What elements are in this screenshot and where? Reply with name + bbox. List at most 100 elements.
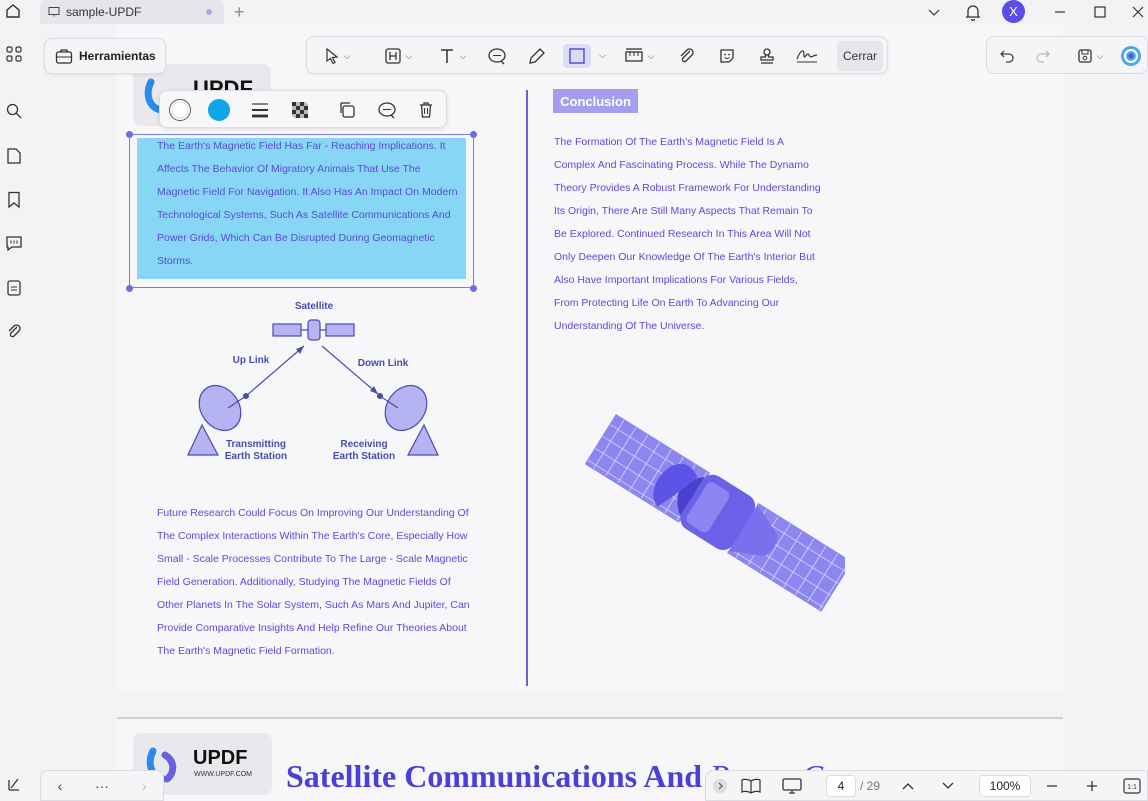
actual-size-icon[interactable]: 1:1 — [1122, 776, 1142, 796]
resize-handle-bottom-left[interactable] — [126, 285, 133, 292]
annotation-properties-bar — [159, 90, 447, 128]
pencil-icon — [529, 48, 545, 64]
home-icon[interactable] — [4, 2, 24, 22]
new-tab-icon[interactable]: + — [234, 2, 245, 22]
text-box-icon — [384, 48, 401, 64]
diagram-label-receiving: Receiving Earth Station — [332, 439, 396, 462]
next-page-icon[interactable] — [938, 776, 958, 796]
next-icon[interactable]: › — [142, 778, 147, 794]
text-line: Magnetic Field For Navigation. It Also H… — [157, 186, 458, 198]
text-line: The Earth's Magnetic Field Has Far - Rea… — [157, 140, 446, 152]
bell-icon[interactable] — [962, 0, 984, 24]
text-line: The Complex Interactions Within The Eart… — [157, 530, 468, 542]
shape-tool-button[interactable] — [563, 44, 591, 68]
resize-handle-top-left[interactable] — [126, 131, 133, 138]
monitor-icon — [48, 7, 60, 17]
stamp-tool-button[interactable]: ⌵ — [617, 44, 661, 68]
search-icon[interactable] — [4, 101, 24, 121]
zoom-level-input[interactable]: 100% — [979, 775, 1031, 797]
pointer-icon — [325, 47, 339, 65]
save-button[interactable]: ⌵ — [1071, 44, 1109, 68]
close-toolbar-button[interactable]: Cerrar — [837, 41, 883, 71]
fill-color-button[interactable] — [207, 98, 231, 122]
trash-icon — [420, 102, 432, 118]
more-options-button[interactable]: ··· — [95, 778, 109, 794]
presentation-icon[interactable] — [780, 776, 804, 796]
user-avatar[interactable]: X — [1002, 0, 1025, 23]
maximize-icon[interactable] — [1090, 0, 1110, 24]
filled-circle-icon — [208, 99, 230, 121]
text-line: Small - Scale Processes Contribute To Th… — [157, 553, 468, 565]
text-tool-button[interactable]: ⌵ — [431, 44, 473, 68]
highlight-tool-button[interactable]: ⌵ — [377, 44, 419, 68]
text-line: The Formation Of The Earth's Magnetic Fi… — [554, 136, 784, 148]
page-number-input[interactable]: 4 — [826, 775, 856, 797]
opacity-button[interactable] — [288, 98, 312, 122]
text-line: Technological Systems, Such As Satellite… — [157, 209, 451, 221]
document-tab[interactable]: sample-UPDF — [40, 0, 224, 24]
comments-icon[interactable] — [4, 233, 24, 253]
redo-button[interactable] — [1033, 44, 1053, 68]
thumbnails-icon[interactable] — [4, 44, 24, 64]
updf-ai-icon[interactable] — [4, 774, 24, 794]
line-weight-icon — [252, 103, 268, 118]
pages-icon[interactable] — [4, 146, 24, 166]
previous-icon[interactable]: ‹ — [57, 778, 62, 794]
total-pages: / 29 — [860, 779, 881, 793]
resize-handle-bottom-right[interactable] — [470, 285, 477, 292]
text-line: Its Origin, There Are Still Many Aspects… — [554, 205, 813, 217]
text-line: Power Grids, Which Can Be Disrupted Duri… — [157, 232, 435, 244]
expand-icon[interactable] — [712, 776, 728, 796]
border-color-button[interactable] — [168, 98, 192, 122]
page-layout-icon[interactable] — [740, 776, 762, 796]
delete-annotation-button[interactable] — [414, 98, 438, 122]
title-bar: sample-UPDF + X — [0, 0, 1148, 24]
rectangle-icon — [569, 48, 585, 64]
diagram-label-uplink: Up Link — [232, 355, 270, 366]
pencil-tool-button[interactable] — [525, 44, 549, 68]
line-weight-button[interactable] — [248, 98, 272, 122]
opacity-icon — [292, 102, 308, 118]
copy-icon — [340, 102, 355, 118]
sticker-tool-button[interactable] — [715, 44, 739, 68]
view-controls-bar: 4 / 29 100% 1:1 — [705, 770, 1148, 801]
left-sidebar — [0, 24, 30, 801]
unsaved-dot-icon — [206, 9, 212, 15]
bookmark-icon[interactable] — [4, 190, 24, 210]
minimize-icon[interactable] — [1050, 0, 1070, 24]
comment-tool-button[interactable] — [485, 44, 509, 68]
attachment-icon[interactable] — [4, 321, 24, 341]
text-line: Complex And Fascinating Process. While T… — [554, 159, 809, 171]
add-note-button[interactable] — [375, 98, 399, 122]
layers-icon[interactable] — [4, 278, 24, 298]
stamp-button[interactable] — [755, 44, 779, 68]
shape-dropdown-icon[interactable]: ⌵ — [599, 50, 606, 61]
satellite-illustration — [585, 413, 845, 612]
sticker-icon — [720, 49, 734, 63]
resize-handle-top-right[interactable] — [470, 131, 477, 138]
signature-tool-button[interactable] — [793, 44, 821, 68]
copy-annotation-button[interactable] — [335, 98, 359, 122]
right-toolbar: ⌵ — [986, 36, 1148, 74]
close-window-icon[interactable] — [1128, 0, 1148, 24]
dropdown-icon[interactable] — [924, 0, 944, 24]
undo-icon — [1000, 50, 1014, 63]
zoom-out-icon[interactable] — [1042, 776, 1062, 796]
future-research-paragraph: Future Research Could Focus On Improving… — [157, 502, 470, 663]
attach-tool-button[interactable] — [675, 44, 699, 68]
page-nav-left: ‹ ··· › — [40, 770, 164, 801]
text-line: Other Planets In The Solar System, Such … — [157, 599, 470, 611]
zoom-in-icon[interactable] — [1082, 776, 1102, 796]
updf-ai-button[interactable] — [1119, 44, 1143, 68]
undo-button[interactable] — [997, 44, 1017, 68]
previous-page-icon[interactable] — [898, 776, 918, 796]
save-icon — [1077, 49, 1092, 63]
text-line: The Earth's Magnetic Field Formation. — [157, 645, 335, 657]
text-line: Understanding Of The Universe. — [554, 320, 705, 332]
conclusion-paragraph: The Formation Of The Earth's Magnetic Fi… — [554, 131, 821, 338]
tools-button[interactable]: Herramientas — [44, 38, 166, 74]
updf-logo-url: WWW.UPDF.COM — [194, 771, 252, 778]
select-tool-button[interactable]: ⌵ — [315, 44, 359, 68]
ai-assistant-icon — [1121, 46, 1141, 66]
signature-icon — [796, 50, 818, 63]
